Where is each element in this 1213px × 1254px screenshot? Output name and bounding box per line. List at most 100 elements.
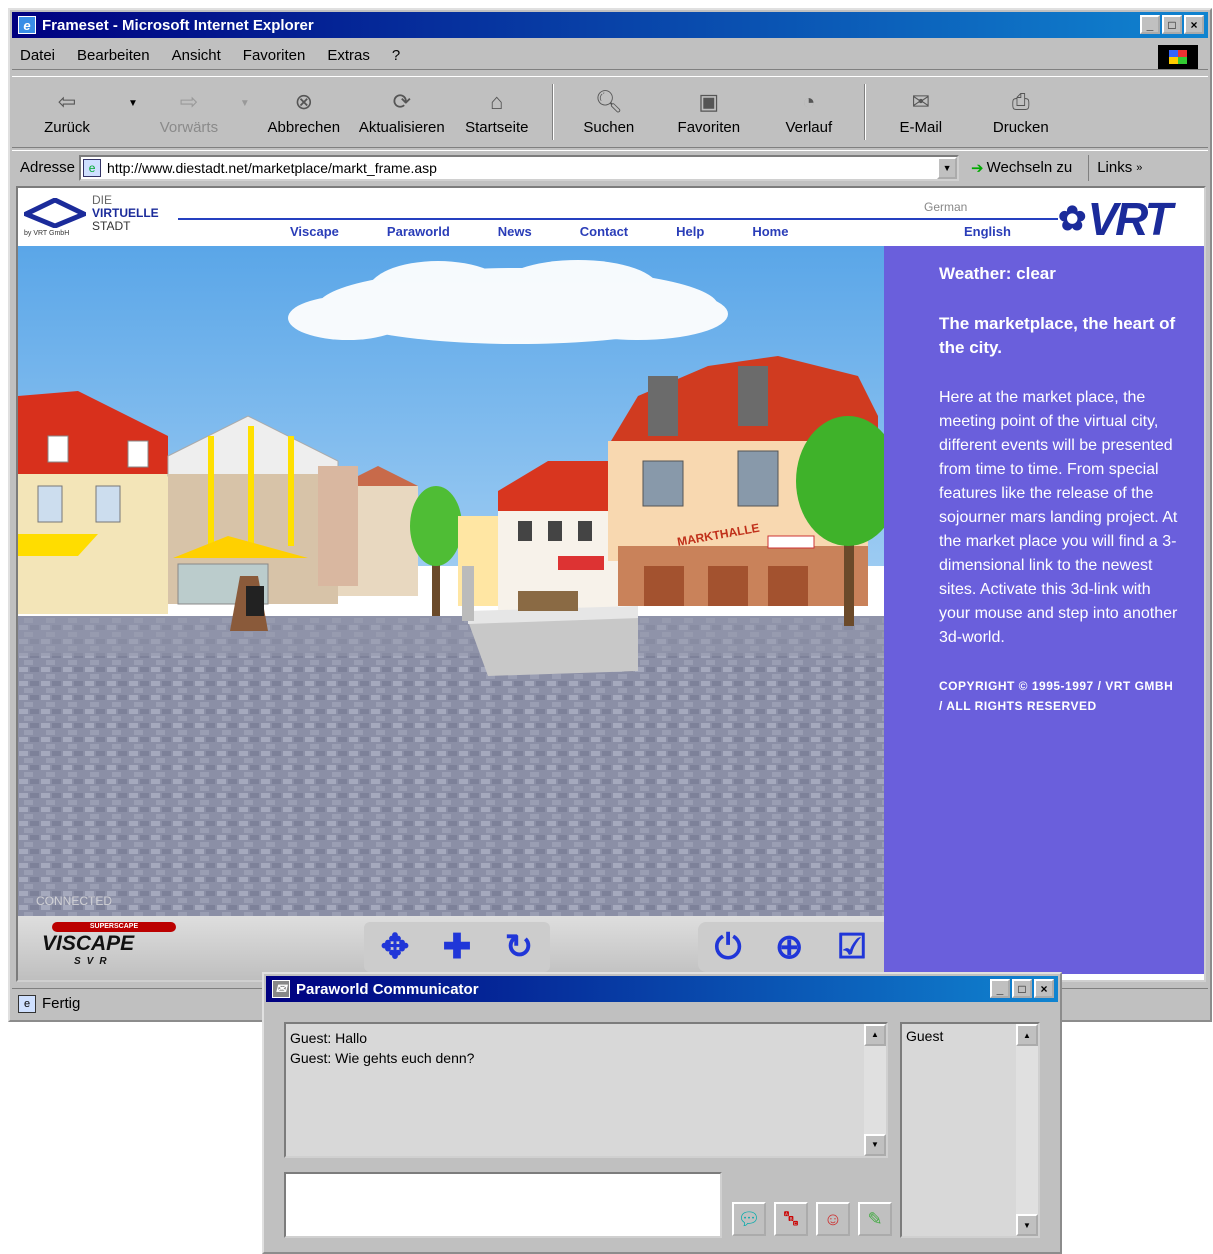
abc-icon[interactable]: 🔤︎ — [774, 1202, 808, 1236]
lang-english-link[interactable]: English — [964, 224, 1011, 239]
favorites-button[interactable]: ▣ Favoriten — [654, 78, 764, 146]
select-check-icon[interactable]: ☑ — [837, 930, 867, 964]
stop-button[interactable]: ⊗ Abbrechen — [256, 78, 352, 146]
menu-help[interactable]: ? — [392, 47, 400, 64]
page-icon: e — [83, 158, 102, 177]
chat-scrollbar[interactable]: ▲ ▼ — [864, 1024, 886, 1156]
site-logo[interactable]: DIE VIRTUELLE STADT — [92, 194, 159, 233]
connection-status: CONNECTED — [36, 894, 113, 908]
reset-view-icon[interactable]: ⏻ — [715, 930, 742, 964]
history-button[interactable]: ◔ Verlauf — [764, 78, 854, 146]
address-dropdown-icon[interactable]: ▼ — [937, 156, 958, 179]
wand-icon[interactable]: ✎ — [858, 1202, 892, 1236]
chat-action-buttons: 💬︎ 🔤︎ ☺ ✎ — [732, 1202, 892, 1236]
nav-home[interactable]: Home — [752, 224, 788, 239]
user-list-item[interactable]: Guest — [906, 1028, 1034, 1044]
browser-titlebar[interactable]: e Frameset - Microsoft Internet Explorer… — [12, 12, 1208, 38]
home-icon: ⌂ — [490, 88, 504, 114]
chat-input[interactable] — [284, 1172, 722, 1238]
links-button[interactable]: Links » — [1088, 154, 1143, 181]
viscape-logo-bottom: SVR — [74, 956, 113, 967]
logo-subtitle: by VRT GmbH — [24, 230, 70, 237]
chat-log[interactable]: Guest: Hallo Guest: Wie gehts euch denn?… — [284, 1022, 888, 1158]
favorites-label: Favoriten — [677, 118, 741, 136]
menu-extras[interactable]: Extras — [327, 47, 370, 64]
go-button[interactable]: ➔ Wechseln zu — [971, 159, 1072, 177]
scroll-down-icon[interactable]: ▼ — [1016, 1214, 1038, 1236]
scroll-down-icon[interactable]: ▼ — [864, 1134, 886, 1156]
speech-bubble-icon[interactable]: 💬︎ — [732, 1202, 766, 1236]
info-sidebar: Weather: clear The marketplace, the hear… — [884, 246, 1204, 974]
back-button[interactable]: ⇦ Zurück — [12, 78, 122, 146]
stop-icon: ⊗ — [294, 88, 314, 114]
search-button[interactable]: 🔍︎ Suchen — [564, 78, 654, 146]
chat-message: Guest: Hallo — [290, 1030, 368, 1046]
toolbar: ⇦ Zurück ▼ ⇨ Vorwärts ▼ ⊗ Abbrechen ⟳ Ak… — [12, 76, 1208, 148]
walk-arrows-icon[interactable]: ✚ — [443, 930, 472, 964]
communicator-title: Paraworld Communicator — [296, 980, 479, 998]
menu-datei[interactable]: Datei — [20, 47, 55, 64]
chat-message: Guest: Wie gehts euch denn? — [290, 1050, 475, 1066]
home-label: Startseite — [465, 118, 529, 136]
minimize-button[interactable]: _ — [1140, 15, 1160, 34]
rotate-icon[interactable]: ↻ — [505, 930, 534, 964]
logo-stadt: STADT — [92, 219, 131, 233]
menu-favoriten[interactable]: Favoriten — [243, 47, 306, 64]
go-arrow-icon: ➔ — [971, 159, 984, 177]
search-label: Suchen — [583, 118, 635, 136]
move-arrows-icon[interactable]: ✥ — [381, 930, 410, 964]
action-pad: ⏻ ⊕ ☑ — [698, 922, 884, 972]
users-scrollbar[interactable]: ▲ ▼ — [1016, 1024, 1038, 1236]
3d-scene-viewport[interactable]: MARKTHALLE CONNECTED — [18, 246, 884, 916]
toolbar-separator — [863, 84, 866, 140]
back-dropdown-icon[interactable]: ▼ — [128, 98, 138, 109]
communicator-titlebar[interactable]: ✉ Paraworld Communicator _ □ × — [266, 976, 1058, 1002]
refresh-label: Aktualisieren — [358, 118, 445, 136]
menu-ansicht[interactable]: Ansicht — [172, 47, 221, 64]
viscape-logo-top: SUPERSCAPE — [52, 922, 176, 932]
menu-bearbeiten[interactable]: Bearbeiten — [77, 47, 150, 64]
comm-close-button[interactable]: × — [1034, 979, 1054, 998]
nav-news[interactable]: News — [498, 224, 532, 239]
ie-icon: e — [18, 16, 36, 34]
nav-contact[interactable]: Contact — [580, 224, 628, 239]
forward-label: Vorwärts — [159, 118, 219, 136]
print-button[interactable]: ⎙ Drucken — [966, 78, 1076, 146]
site-nav: Viscape Paraworld News Contact Help Home — [290, 224, 836, 239]
browser-window: e Frameset - Microsoft Internet Explorer… — [8, 8, 1212, 1022]
home-button[interactable]: ⌂ Startseite — [452, 78, 542, 146]
target-icon[interactable]: ⊕ — [775, 930, 804, 964]
nav-help[interactable]: Help — [676, 224, 704, 239]
forward-button[interactable]: ⇨ Vorwärts — [144, 78, 234, 146]
page-status-icon: e — [18, 994, 36, 1013]
scroll-up-icon[interactable]: ▲ — [864, 1024, 886, 1046]
print-label: Drucken — [992, 118, 1049, 136]
printer-icon: ⎙ — [1012, 88, 1030, 114]
page-content: DIE VIRTUELLE STADT by VRT GmbH Viscape … — [16, 186, 1206, 982]
comm-minimize-button[interactable]: _ — [990, 979, 1010, 998]
chevron-right-icon: » — [1136, 161, 1143, 174]
maximize-button[interactable]: □ — [1162, 15, 1182, 34]
address-input[interactable]: e http://www.diestadt.net/marketplace/ma… — [79, 154, 960, 181]
emote-icon[interactable]: ☺ — [816, 1202, 850, 1236]
vrt-brand: VRT — [1087, 193, 1173, 245]
vrt-logo[interactable]: ✿ VRT — [1058, 192, 1173, 246]
scroll-up-icon[interactable]: ▲ — [1016, 1024, 1038, 1046]
close-button[interactable]: × — [1184, 15, 1204, 34]
search-icon: 🔍︎ — [594, 88, 623, 114]
lang-german-link[interactable]: German — [924, 200, 967, 214]
sidebar-heading: The marketplace, the heart of the city. — [939, 314, 1176, 357]
forward-dropdown-icon[interactable]: ▼ — [240, 98, 250, 109]
refresh-button[interactable]: ⟳ Aktualisieren — [352, 78, 452, 146]
nav-paraworld[interactable]: Paraworld — [387, 224, 450, 239]
nav-viscape[interactable]: Viscape — [290, 224, 339, 239]
comm-maximize-button[interactable]: □ — [1012, 979, 1032, 998]
favorites-icon: ▣ — [698, 88, 720, 114]
mail-button[interactable]: ✉ E-Mail — [876, 78, 966, 146]
go-label: Wechseln zu — [986, 159, 1073, 176]
user-list[interactable]: Guest ▲ ▼ — [900, 1022, 1040, 1238]
refresh-icon: ⟳ — [392, 88, 412, 114]
history-label: Verlauf — [785, 118, 833, 136]
copyright-text: COPYRIGHT © 1995-1997 / VRT GMBH / ALL R… — [939, 679, 1174, 713]
links-label: Links — [1097, 159, 1133, 176]
